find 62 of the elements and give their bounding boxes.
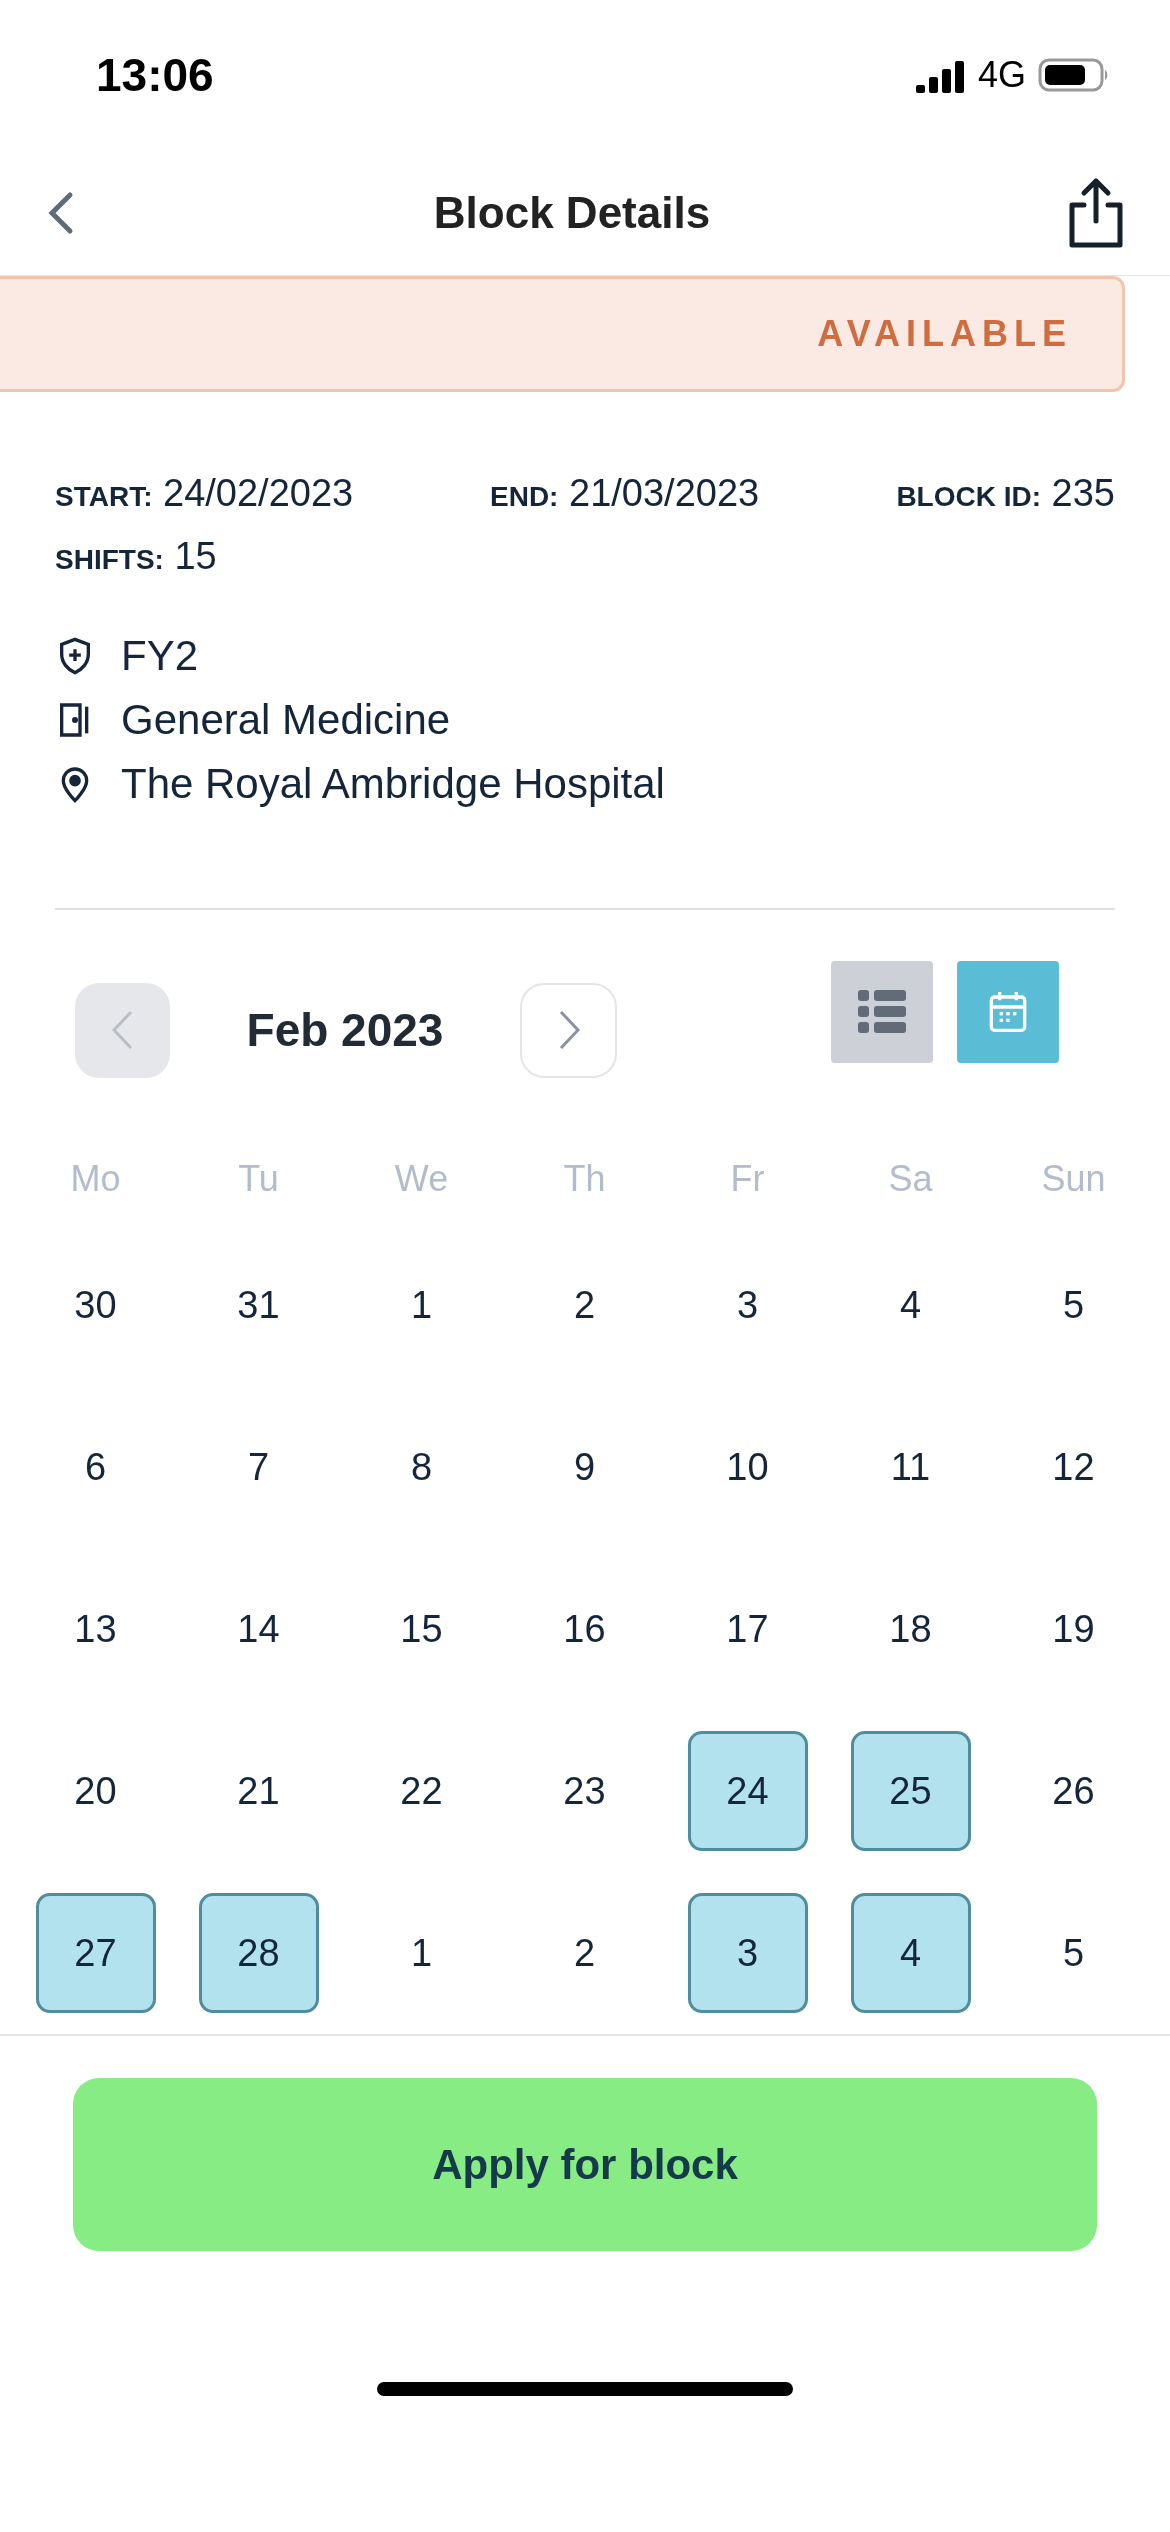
chevron-left-icon	[110, 1008, 135, 1052]
calendar-icon	[988, 990, 1028, 1034]
page-title: Block Details	[433, 187, 711, 238]
calendar-day[interactable]: 17	[687, 1569, 808, 1689]
calendar-day[interactable]: 24	[687, 1731, 808, 1851]
calendar-day[interactable]: 5	[1013, 1245, 1134, 1365]
calendar-day[interactable]: 4	[850, 1893, 971, 2013]
calendar-day[interactable]: 19	[1013, 1569, 1134, 1689]
calendar-day[interactable]: 8	[361, 1407, 482, 1527]
calendar-day[interactable]: 26	[1013, 1731, 1134, 1851]
info-text: General Medicine	[121, 696, 451, 744]
calendar-day[interactable]: 14	[198, 1569, 319, 1689]
weekday-label: Tu	[237, 1157, 280, 1201]
calendar-day[interactable]: 22	[361, 1731, 482, 1851]
detail-field: START: 24/02/2023	[55, 472, 490, 515]
month-title: Feb 2023	[245, 1003, 445, 1057]
calendar-day[interactable]: 28	[198, 1893, 319, 2013]
network-label: 4G	[977, 54, 1026, 96]
weekday-label: Mo	[69, 1157, 122, 1201]
calendar-day[interactable]: 3	[687, 1893, 808, 2013]
calendar-day[interactable]: 20	[35, 1731, 156, 1851]
weekday-label: Sa	[887, 1157, 934, 1201]
list-view-button[interactable]	[831, 961, 933, 1063]
calendar-day[interactable]: 18	[850, 1569, 971, 1689]
calendar-day[interactable]: 5	[1013, 1893, 1134, 2013]
calendar-day[interactable]: 30	[35, 1245, 156, 1365]
calendar-day[interactable]: 1	[361, 1245, 482, 1365]
weekday-label: Sun	[1040, 1157, 1107, 1201]
calendar-day[interactable]: 2	[524, 1245, 645, 1365]
weekday-label: Fr	[729, 1157, 766, 1201]
calendar-day[interactable]: 12	[1013, 1407, 1134, 1527]
battery-icon	[1038, 57, 1110, 93]
detail-field: SHIFTS: 15	[55, 535, 490, 578]
calendar-day[interactable]: 11	[850, 1407, 971, 1527]
share-button[interactable]	[1068, 176, 1124, 249]
info-text: FY2	[121, 632, 199, 680]
apply-button[interactable]: Apply for block	[73, 2078, 1097, 2251]
detail-field: BLOCK ID: 235	[885, 472, 1115, 515]
calendar-day[interactable]: 1	[361, 1893, 482, 2013]
calendar-day[interactable]: 25	[850, 1731, 971, 1851]
list-icon	[858, 990, 906, 1034]
calendar-day[interactable]: 23	[524, 1731, 645, 1851]
calendar-day[interactable]: 10	[687, 1407, 808, 1527]
calendar-view-button[interactable]	[957, 961, 1059, 1063]
calendar-day[interactable]: 3	[687, 1245, 808, 1365]
detail-field: END: 21/03/2023	[490, 472, 885, 515]
status-time: 13:06	[96, 48, 214, 102]
calendar-day[interactable]: 9	[524, 1407, 645, 1527]
status-label: AVAILABLE	[817, 313, 1072, 355]
info-text: The Royal Ambridge Hospital	[121, 760, 665, 808]
calendar-day[interactable]: 6	[35, 1407, 156, 1527]
weekday-label: Th	[562, 1157, 607, 1201]
calendar-day[interactable]: 16	[524, 1569, 645, 1689]
calendar-day[interactable]: 13	[35, 1569, 156, 1689]
weekday-label: We	[393, 1157, 450, 1201]
calendar-day[interactable]: 27	[35, 1893, 156, 2013]
calendar-day[interactable]: 15	[361, 1569, 482, 1689]
calendar-day[interactable]: 31	[198, 1245, 319, 1365]
calendar-day[interactable]: 21	[198, 1731, 319, 1851]
calendar-day[interactable]: 2	[524, 1893, 645, 2013]
calendar-day[interactable]: 4	[850, 1245, 971, 1365]
calendar-day[interactable]: 7	[198, 1407, 319, 1527]
